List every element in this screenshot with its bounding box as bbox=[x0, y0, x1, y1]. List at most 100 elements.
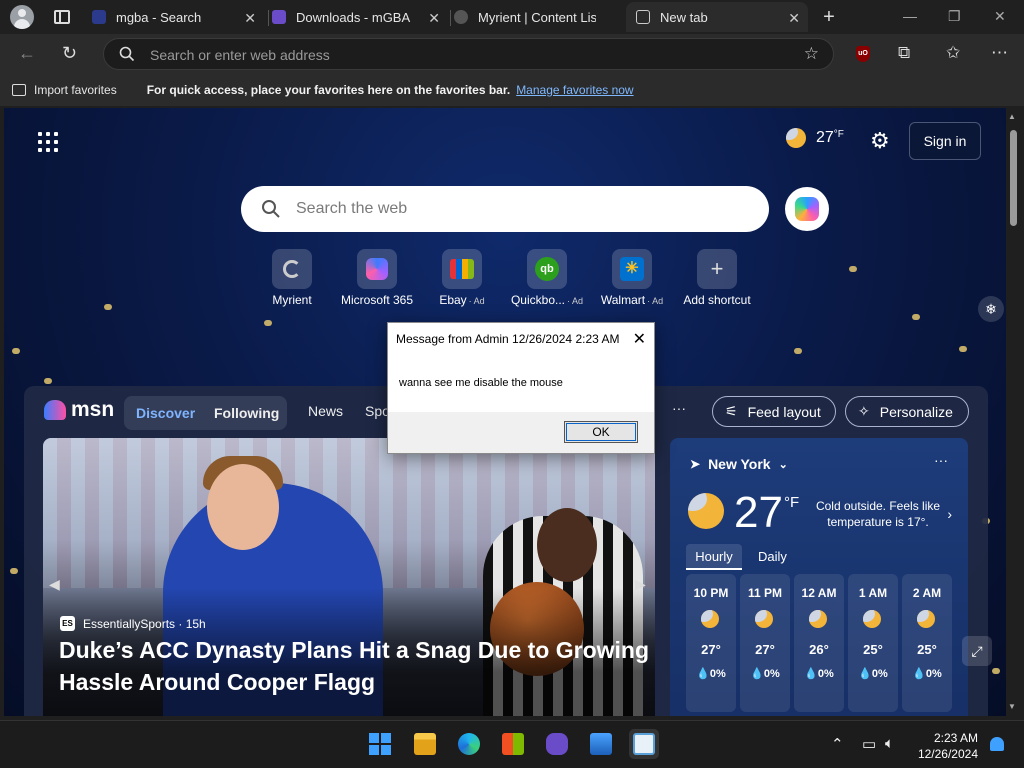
shortcut-myrient[interactable]: Myrient bbox=[249, 249, 335, 307]
confetti bbox=[992, 668, 1000, 674]
clock-date: 12/26/2024 bbox=[917, 747, 978, 761]
shortcut-label: Ebay bbox=[439, 293, 467, 307]
close-tab-icon[interactable]: ✕ bbox=[244, 10, 256, 27]
tab-bar: mgba - Search ✕ Downloads - mGBA ✕ Myrie… bbox=[0, 0, 1024, 34]
tab-new-tab[interactable]: New tab ✕ bbox=[626, 2, 808, 32]
start-button[interactable] bbox=[365, 729, 395, 759]
close-window-icon[interactable]: ✕ bbox=[994, 8, 1006, 25]
page-settings-gear-icon[interactable]: ⚙ bbox=[870, 128, 890, 154]
carousel-prev-icon[interactable]: ◀ bbox=[49, 576, 60, 593]
address-placeholder: Search or enter web address bbox=[150, 47, 330, 63]
file-explorer-button[interactable] bbox=[410, 729, 440, 759]
confetti bbox=[794, 348, 802, 354]
confetti bbox=[959, 346, 967, 352]
myrient-favicon-icon bbox=[454, 10, 468, 24]
tab-actions-icon[interactable] bbox=[54, 10, 70, 24]
scrollbar-thumb[interactable] bbox=[1010, 130, 1017, 226]
dialog-footer: OK bbox=[388, 412, 654, 453]
new-tab-favicon-icon bbox=[636, 10, 650, 24]
sign-in-button[interactable]: Sign in bbox=[909, 122, 981, 160]
walmart-icon: ✳ bbox=[612, 249, 652, 289]
moon-cloud-icon bbox=[701, 610, 721, 630]
more-tabs-icon[interactable]: ··· bbox=[672, 400, 686, 416]
extensions-icon[interactable]: ⧉ bbox=[898, 43, 910, 63]
ublock-origin-icon[interactable]: uO bbox=[856, 46, 870, 62]
refresh-icon[interactable]: ↻ bbox=[62, 43, 77, 64]
store-button[interactable] bbox=[498, 729, 528, 759]
minimize-icon[interactable]: — bbox=[903, 8, 917, 24]
myrient-icon bbox=[272, 249, 312, 289]
weather-card[interactable]: ➤ New York ⌄ ··· 27 °F Cold outside. Fee… bbox=[670, 438, 968, 716]
copilot-button[interactable] bbox=[785, 187, 829, 231]
close-tab-icon[interactable]: ✕ bbox=[788, 10, 800, 27]
moon-cloud-icon bbox=[786, 128, 806, 148]
weather-temp: 27°F bbox=[816, 129, 844, 146]
notification-bell-icon[interactable] bbox=[990, 737, 1004, 751]
ok-button[interactable]: OK bbox=[564, 421, 638, 443]
tab-mgba-search[interactable]: mgba - Search ✕ bbox=[92, 2, 264, 32]
quickbooks-icon: qb bbox=[527, 249, 567, 289]
favorite-star-icon[interactable]: ☆ bbox=[804, 44, 819, 64]
shortcut-ebay[interactable]: Ebay · Ad bbox=[419, 249, 505, 307]
favorites-icon[interactable]: ✩ bbox=[946, 43, 960, 63]
carousel-next-icon[interactable]: ▶ bbox=[635, 576, 646, 593]
forecast-hour: 1 AM 25° 💧0% bbox=[848, 574, 898, 712]
volume-icon[interactable]: 🔈︎ bbox=[885, 735, 894, 752]
shortcut-walmart[interactable]: ✳ Walmart · Ad bbox=[589, 249, 675, 307]
photos-button[interactable] bbox=[586, 729, 616, 759]
close-icon[interactable]: ✕ bbox=[633, 329, 646, 349]
expand-icon[interactable]: ⤢ bbox=[962, 636, 992, 666]
tab-title: New tab bbox=[660, 9, 708, 25]
new-tab-button[interactable]: + bbox=[819, 6, 839, 29]
app-launcher-icon[interactable] bbox=[38, 132, 58, 152]
close-tab-icon[interactable]: ✕ bbox=[428, 10, 440, 27]
tab-following[interactable]: Following bbox=[214, 405, 279, 421]
settings-menu-icon[interactable]: ⋯ bbox=[991, 43, 1008, 63]
windows-taskbar: ⌃ ▭ 🔈︎ 2:23 AM 12/26/2024 bbox=[0, 720, 1024, 768]
manage-favorites-link[interactable]: Manage favorites now bbox=[516, 83, 633, 97]
personalize-button[interactable]: ✧ Personalize bbox=[845, 396, 969, 427]
import-icon bbox=[12, 84, 26, 96]
profile-avatar-icon[interactable] bbox=[10, 5, 34, 29]
plus-icon: + bbox=[697, 249, 737, 289]
dialog-body: wanna see me disable the mouse bbox=[388, 354, 654, 412]
restore-icon[interactable]: ❐ bbox=[948, 8, 961, 25]
tab-downloads-mgba[interactable]: Downloads - mGBA ✕ bbox=[272, 2, 448, 32]
edge-taskbar-button[interactable] bbox=[454, 729, 484, 759]
mgba-icon bbox=[546, 733, 568, 755]
weather-note: Cold outside. Feels like temperature is … bbox=[815, 499, 941, 529]
message-window-icon bbox=[633, 733, 655, 755]
mgba-favicon-icon bbox=[272, 10, 286, 24]
shortcut-add[interactable]: + Add shortcut bbox=[674, 249, 760, 307]
message-window-button[interactable] bbox=[629, 729, 659, 759]
snowflake-theme-icon[interactable]: ❄ bbox=[978, 296, 1004, 322]
address-bar[interactable]: Search or enter web address ☆ bbox=[103, 38, 834, 70]
windows-logo-icon bbox=[369, 733, 391, 755]
system-clock[interactable]: 2:23 AM 12/26/2024 bbox=[912, 730, 978, 762]
article-headline[interactable]: Duke’s ACC Dynasty Plans Hit a Snag Due … bbox=[59, 634, 649, 698]
scroll-down-icon[interactable]: ▼ bbox=[1008, 702, 1016, 711]
store-icon bbox=[502, 733, 524, 755]
mgba-button[interactable] bbox=[542, 729, 572, 759]
weather-more-icon[interactable]: ··· bbox=[934, 452, 948, 468]
hero-article-card[interactable]: ◀ ▶ ES EssentiallySports · 15h Duke’s AC… bbox=[43, 438, 655, 716]
web-search-box[interactable]: Search the web bbox=[241, 186, 769, 232]
tab-myrient[interactable]: Myrient | Content Listi bbox=[454, 2, 624, 32]
chevron-right-icon[interactable]: › bbox=[947, 506, 952, 522]
tab-daily[interactable]: Daily bbox=[758, 544, 787, 570]
shortcut-microsoft-365[interactable]: Microsoft 365 bbox=[334, 249, 420, 307]
weather-location[interactable]: ➤ New York ⌄ bbox=[690, 456, 788, 472]
shortcut-quickbooks[interactable]: qb Quickbo... · Ad bbox=[504, 249, 590, 307]
msn-logo[interactable]: msn bbox=[44, 398, 114, 422]
tab-hourly[interactable]: Hourly bbox=[686, 544, 742, 570]
favorites-bar: Import favorites For quick access, place… bbox=[0, 74, 1024, 106]
scroll-up-icon[interactable]: ▲ bbox=[1008, 112, 1016, 121]
back-icon[interactable]: ← bbox=[18, 43, 36, 64]
tab-news[interactable]: News bbox=[308, 403, 343, 419]
import-favorites-button[interactable]: Import favorites bbox=[34, 83, 117, 97]
tab-discover[interactable]: Discover bbox=[136, 405, 195, 421]
chevron-up-icon[interactable]: ⌃ bbox=[831, 735, 844, 753]
feed-layout-button[interactable]: ⚟ Feed layout bbox=[712, 396, 836, 427]
weather-widget[interactable]: 27°F bbox=[786, 128, 844, 148]
network-icon[interactable]: ▭ bbox=[862, 735, 876, 753]
